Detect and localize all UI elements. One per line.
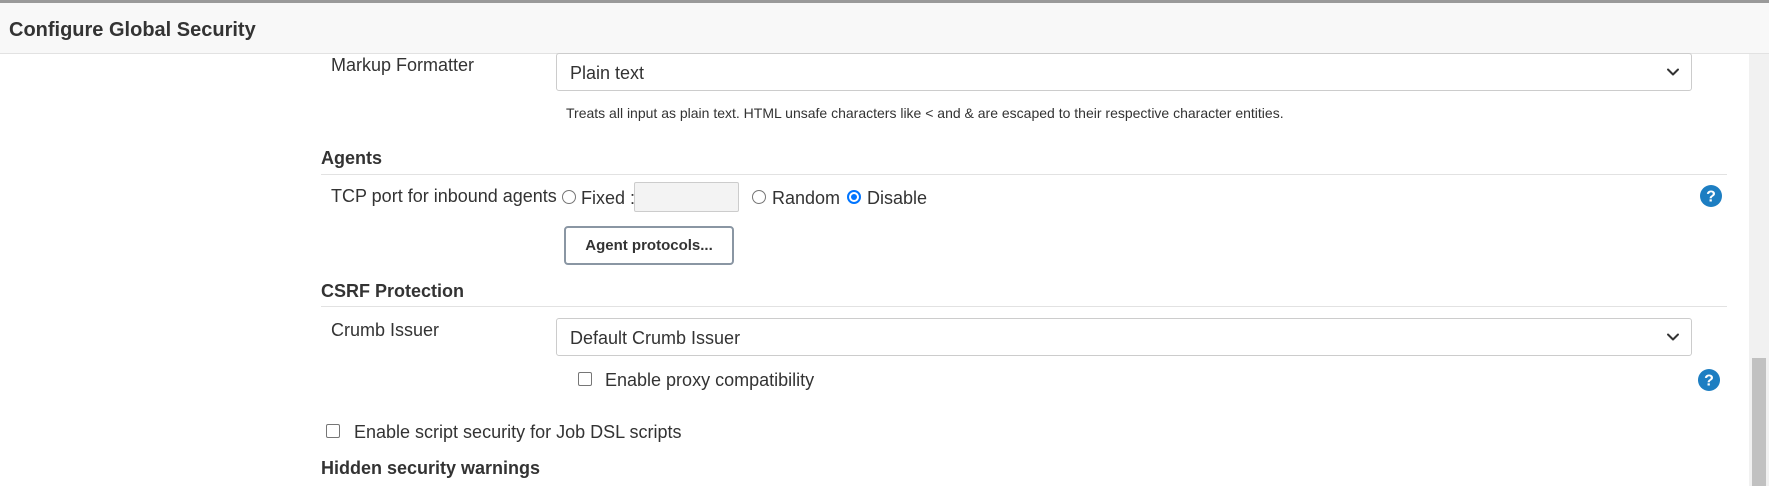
radio-random[interactable] bbox=[752, 190, 766, 204]
crumb-issuer-value: Default Crumb Issuer bbox=[570, 328, 741, 348]
markup-formatter-label: Markup Formatter bbox=[331, 55, 475, 75]
hidden-warnings-section-title: Hidden security warnings bbox=[321, 458, 541, 478]
markup-formatter-select[interactable]: Plain text bbox=[556, 53, 1692, 91]
radio-fixed-label: Fixed : bbox=[581, 188, 636, 208]
proxy-compatibility-label: Enable proxy compatibility bbox=[605, 370, 815, 390]
markup-formatter-value: Plain text bbox=[570, 63, 645, 83]
agent-protocols-button[interactable]: Agent protocols... bbox=[564, 226, 734, 265]
scrollbar-thumb[interactable] bbox=[1752, 358, 1766, 486]
markup-formatter-help: Treats all input as plain text. HTML uns… bbox=[566, 105, 1284, 121]
help-icon[interactable]: ? bbox=[1700, 185, 1722, 207]
svg-text:?: ? bbox=[1706, 189, 1716, 206]
page-title: Configure Global Security bbox=[9, 19, 256, 41]
svg-text:?: ? bbox=[1704, 373, 1714, 390]
radio-disable[interactable] bbox=[847, 190, 861, 204]
radio-fixed[interactable] bbox=[562, 190, 576, 204]
job-dsl-script-security-label: Enable script security for Job DSL scrip… bbox=[354, 422, 682, 442]
radio-disable-label: Disable bbox=[867, 188, 928, 208]
page-header: Configure Global Security bbox=[0, 3, 1769, 54]
csrf-section-title: CSRF Protection bbox=[321, 281, 465, 301]
page: Configure Global Security Markup Formatt… bbox=[0, 0, 1769, 486]
fixed-port-input[interactable] bbox=[634, 182, 739, 212]
crumb-issuer-select[interactable]: Default Crumb Issuer bbox=[556, 318, 1692, 356]
help-icon[interactable]: ? bbox=[1698, 369, 1720, 391]
proxy-compatibility-checkbox[interactable] bbox=[578, 372, 592, 386]
tcp-port-label: TCP port for inbound agents bbox=[331, 186, 557, 206]
csrf-divider bbox=[321, 306, 1727, 307]
chevron-down-icon bbox=[1665, 329, 1681, 345]
agents-divider bbox=[321, 174, 1727, 175]
agents-section-title: Agents bbox=[321, 148, 383, 168]
job-dsl-script-security-checkbox[interactable] bbox=[326, 424, 340, 438]
radio-random-label: Random bbox=[772, 188, 841, 208]
crumb-issuer-label: Crumb Issuer bbox=[331, 320, 440, 340]
chevron-down-icon bbox=[1665, 64, 1681, 80]
